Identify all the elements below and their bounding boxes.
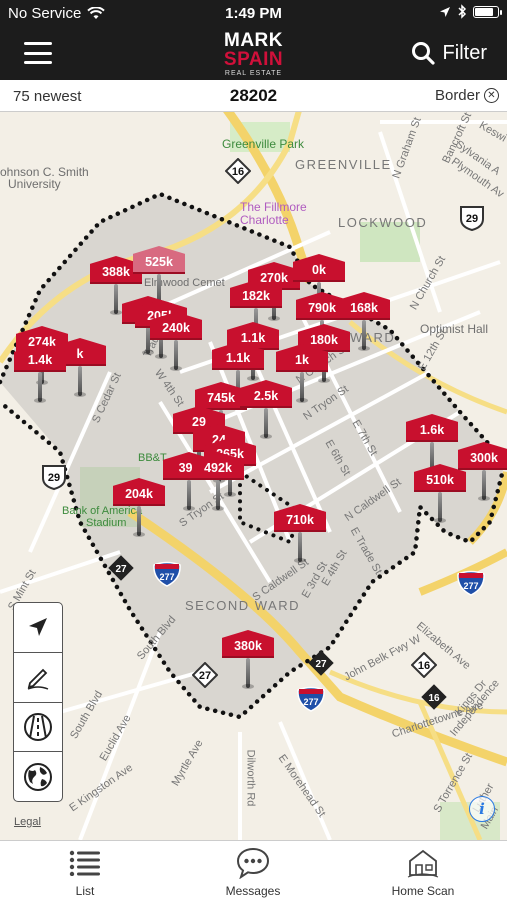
map-view[interactable]: GREENVILLE LOCKWOOD SECOND WARD WARD Gre… [0,112,507,840]
location-arrow-icon [29,618,47,637]
traffic-button[interactable] [14,703,62,753]
svg-text:277: 277 [463,581,478,591]
svg-text:29: 29 [48,472,60,484]
area-label-lockwood: LOCKWOOD [338,215,428,230]
svg-text:27: 27 [115,564,127,575]
place-fillmore: The Fillmore [240,200,307,214]
listing-pin[interactable]: 300k [458,442,507,504]
place-fillmore-city: Charlotte [240,213,289,227]
border-label: Border [434,87,480,104]
home-scan-icon [407,849,439,878]
legal-link[interactable]: Legal [14,816,41,828]
tab-home-scan-label: Home Scan [391,884,455,898]
tab-bar: List Messages Home Scan [0,840,507,900]
route-27-shield-south: 27 [192,662,218,688]
results-bar: 75 newest 28202 Border ✕ [0,80,507,112]
clock: 1:49 PM [225,5,282,22]
route-16-shield-south: 16 [421,684,447,710]
map-type-button[interactable] [14,752,62,801]
tab-messages[interactable]: Messages [188,847,318,898]
route-29-shield: 29 [460,206,484,231]
filter-button[interactable]: Filter [411,41,487,65]
listing-pin[interactable]: 492k [192,452,244,514]
road-icon [24,712,52,741]
svg-text:27: 27 [199,670,211,682]
svg-text:16: 16 [428,693,440,704]
bluetooth-icon [458,4,467,19]
listing-pin[interactable]: 710k [274,504,326,566]
pencil-icon [27,668,49,690]
map-tool-panel [13,602,63,802]
svg-text:29: 29 [466,213,478,225]
globe-icon [24,762,52,791]
route-27-shield-east: 27 [308,650,334,676]
route-16-shield: 16 [225,158,251,184]
place-optimist-hall: Optimist Hall [420,322,489,336]
info-icon[interactable]: i [469,796,495,822]
route-29-shield-west: 29 [42,465,66,490]
tab-list-label: List [75,884,95,898]
battery-icon [473,5,502,18]
svg-text:16: 16 [418,660,430,672]
route-16-shield-east: 16 [411,652,437,678]
listing-pin[interactable]: 2.5k [240,380,292,442]
tab-messages-label: Messages [225,884,281,898]
place-greenville-park: Greenville Park [222,137,305,151]
interstate-277-shield-south: 277 [297,686,325,712]
location-arrow-icon [440,6,450,17]
svg-text:277: 277 [159,572,174,582]
list-icon [69,850,100,876]
status-bar: No Service 1:49 PM [0,0,507,28]
place-jcsu-2: University [8,177,61,191]
listing-pin[interactable]: 380k [222,630,274,692]
draw-button[interactable] [14,653,62,703]
listing-pin[interactable]: 1.4k [14,344,66,406]
filter-label: Filter [442,41,487,64]
messages-icon [236,847,270,879]
search-icon [411,42,435,65]
zip-code: 28202 [229,86,278,105]
listing-pin[interactable]: 240k [150,312,202,374]
listing-pin[interactable]: 204k [113,478,165,540]
nav-bar: MARK SPAIN REAL ESTATE Filter [0,28,507,80]
svg-text:277: 277 [303,697,318,707]
tab-home-scan[interactable]: Home Scan [358,847,488,898]
svg-text:27: 27 [315,659,327,670]
area-label-second-ward: SECOND WARD [185,598,300,613]
border-toggle[interactable]: Border ✕ [435,87,499,104]
street-label: Dilworth Rd [244,749,257,807]
locate-button[interactable] [14,603,62,653]
route-27-shield: 27 [108,555,134,581]
close-icon[interactable]: ✕ [484,88,499,103]
tab-list[interactable]: List [20,847,150,898]
interstate-277-shield-east: 277 [457,570,485,596]
area-label-greenville: GREENVILLE [295,157,392,172]
interstate-277-shield: 277 [153,561,181,587]
svg-text:16: 16 [232,166,244,178]
